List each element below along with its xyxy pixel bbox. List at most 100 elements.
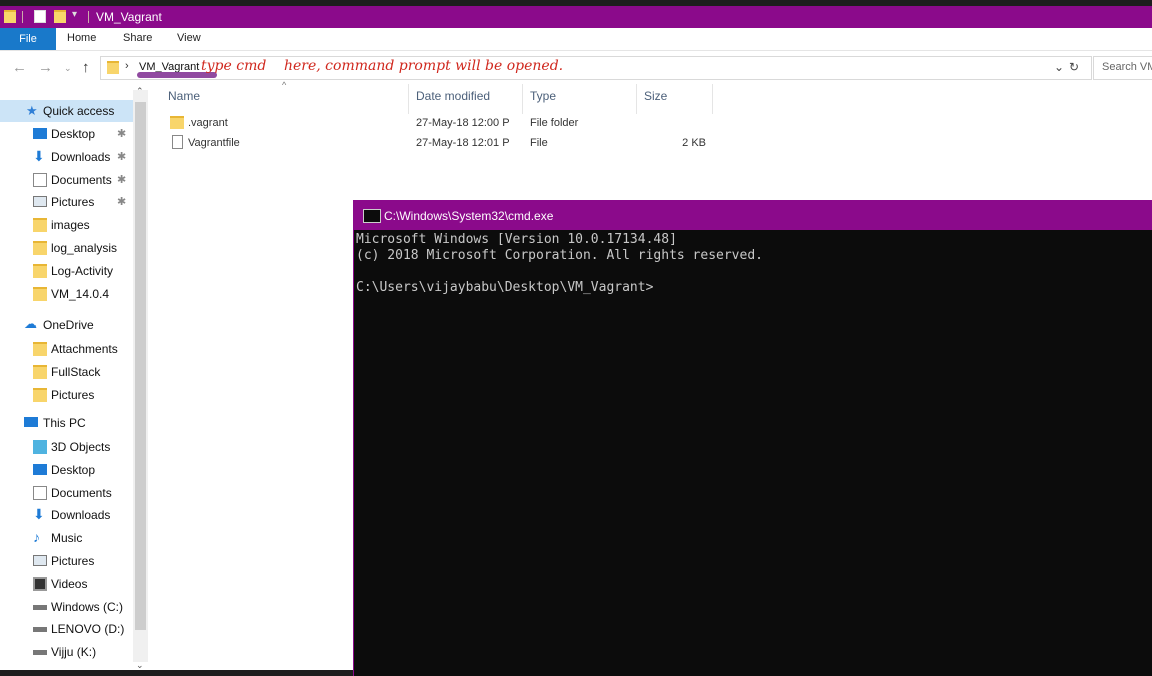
column-type[interactable]: Type [530,89,556,103]
file-row[interactable]: Vagrantfile 27-May-18 12:01 P File 2 KB [160,134,720,154]
nav-this-pc[interactable]: This PC [0,412,133,435]
address-bar[interactable]: › VM_Vagrant type cmd here, command prom… [100,56,1092,80]
nav-item-downloads[interactable]: ⬇ Downloads ✱ [0,146,133,169]
file-icon [172,135,183,149]
tab-home[interactable]: Home [67,32,96,44]
file-row[interactable]: .vagrant 27-May-18 12:00 P File folder [160,114,720,134]
annotation-text: here, command prompt will be opened. [284,58,564,74]
navigation-pane: ★ Quick access Desktop ✱ ⬇ Downloads ✱ Docume… [0,90,148,670]
nav-item-music[interactable]: ♪ Music [0,527,133,550]
cmd-title: C:\Windows\System32\cmd.exe [384,209,554,223]
folder-icon [33,342,47,356]
nav-item-vijju-k-[interactable]: Vijju (K:) [0,641,133,664]
nav-item-desktop[interactable]: Desktop ✱ [0,123,133,146]
customize-toolbar-icon[interactable]: ▾ [72,9,77,20]
sort-ascending-icon: ^ [282,80,287,90]
separator [22,11,23,23]
nav-item-label: Log-Activity [51,263,114,278]
folder-icon [170,116,184,129]
file-date: 27-May-18 12:00 P [416,117,510,129]
file-name: .vagrant [188,117,228,129]
folder-icon [107,61,119,74]
nav-item-label: Attachments [51,342,118,356]
nav-item-label: Pictures [51,387,95,402]
nav-item-documents[interactable]: Documents [0,482,133,505]
nav-item-log-analysis[interactable]: log_analysis [0,237,133,260]
nav-item-downloads[interactable]: ⬇ Downloads [0,504,133,527]
search-box[interactable]: Search VM [1093,56,1152,80]
folder-icon [33,364,47,379]
nav-item-label: Pictures [51,195,95,210]
ribbon-tabs: File Home Share View [0,28,1152,51]
nav-item-desktop[interactable]: Desktop [0,459,133,482]
nav-item-label: log_analysis [51,241,118,255]
title-bar: ▾ VM_Vagrant [0,6,1152,28]
nav-item-documents[interactable]: Documents ✱ [0,169,133,192]
column-separator [522,84,523,114]
forward-icon[interactable]: → [38,59,53,76]
nav-item-images[interactable]: images [0,214,133,237]
nav-item-fullstack[interactable]: FullStack [0,361,133,384]
download-icon: ⬇ [33,506,45,523]
pin-icon[interactable]: ✱ [117,127,126,140]
nav-item-3d-objects[interactable]: 3D Objects [0,436,133,459]
nav-item-label: Downloads [51,149,111,164]
nav-item-lenovo-d-[interactable]: LENOVO (D:) [0,618,133,641]
nav-item-label: images [51,218,90,233]
column-separator [712,84,713,114]
download-icon: ⬇ [33,147,45,164]
nav-item-vm-14-0-4[interactable]: VM_14.0.4 [0,283,133,306]
nav-item-log-activity[interactable]: Log-Activity [0,260,133,283]
folder-icon [4,10,16,23]
up-icon[interactable]: ↑ [82,59,90,76]
pin-icon[interactable]: ✱ [117,173,126,186]
cmd-title-bar[interactable]: C:\Windows\System32\cmd.exe [354,200,1152,230]
nav-item-label: This PC [43,416,86,430]
cmd-line: Microsoft Windows [Version 10.0.17134.48… [356,232,677,247]
drive-icon [33,627,47,633]
nav-item-pictures[interactable]: Pictures [0,550,133,573]
scroll-down-icon[interactable]: ⌄ [136,660,144,670]
nav-scrollbar-thumb[interactable] [135,102,146,630]
nav-item-windows-c-[interactable]: Windows (C:) [0,596,133,619]
tab-share[interactable]: Share [123,32,152,44]
nav-quick-access[interactable]: ★ Quick access [0,100,133,123]
nav-item-label: Desktop [51,127,96,141]
videos-icon [33,576,47,591]
column-date-modified[interactable]: Date modified [416,89,490,103]
nav-item-label: FullStack [51,364,101,379]
nav-item-pictures[interactable]: Pictures [0,384,133,407]
address-dropdown-icon[interactable]: ⌄ [1054,60,1064,74]
nav-onedrive[interactable]: ☁ OneDrive [0,314,133,337]
desktop-icon [33,463,47,475]
window-title: VM_Vagrant [96,10,162,24]
scroll-up-icon[interactable]: ⌃ [136,86,144,97]
recent-locations-icon[interactable]: ⌄ [64,63,72,74]
address-row: ← → ⌄ ↑ › VM_Vagrant type cmd here, comm… [0,54,1152,82]
pin-icon[interactable]: ✱ [117,195,126,208]
properties-icon[interactable] [34,10,46,23]
column-size[interactable]: Size [644,89,667,103]
nav-item-label: Documents [51,485,112,500]
column-name[interactable]: Name [168,89,200,103]
nav-item-pictures[interactable]: Pictures ✱ [0,191,133,214]
back-icon[interactable]: ← [12,59,27,76]
pin-icon[interactable]: ✱ [117,150,126,163]
nav-item-label: Pictures [51,554,95,568]
nav-item-videos[interactable]: Videos [0,573,133,596]
cmd-window[interactable]: C:\Windows\System32\cmd.exe Microsoft Wi… [353,200,1152,676]
nav-item-label: Music [51,531,83,546]
nav-item-label: Windows (C:) [51,599,124,614]
folder-icon [33,286,47,301]
tab-view[interactable]: View [177,32,201,44]
annotation-type-cmd: type cmd [201,58,267,74]
nav-item-attachments[interactable]: Attachments [0,338,133,361]
folder-icon [33,263,47,278]
cmd-prompt[interactable]: C:\Users\vijaybabu\Desktop\VM_Vagrant> [356,280,653,295]
refresh-icon[interactable]: ↻ [1069,60,1079,74]
new-folder-icon[interactable] [54,10,66,23]
nav-item-label: 3D Objects [51,440,111,454]
tab-file[interactable]: File [0,28,56,50]
nav-item-label: Downloads [51,508,111,523]
drive-icon [33,650,47,656]
